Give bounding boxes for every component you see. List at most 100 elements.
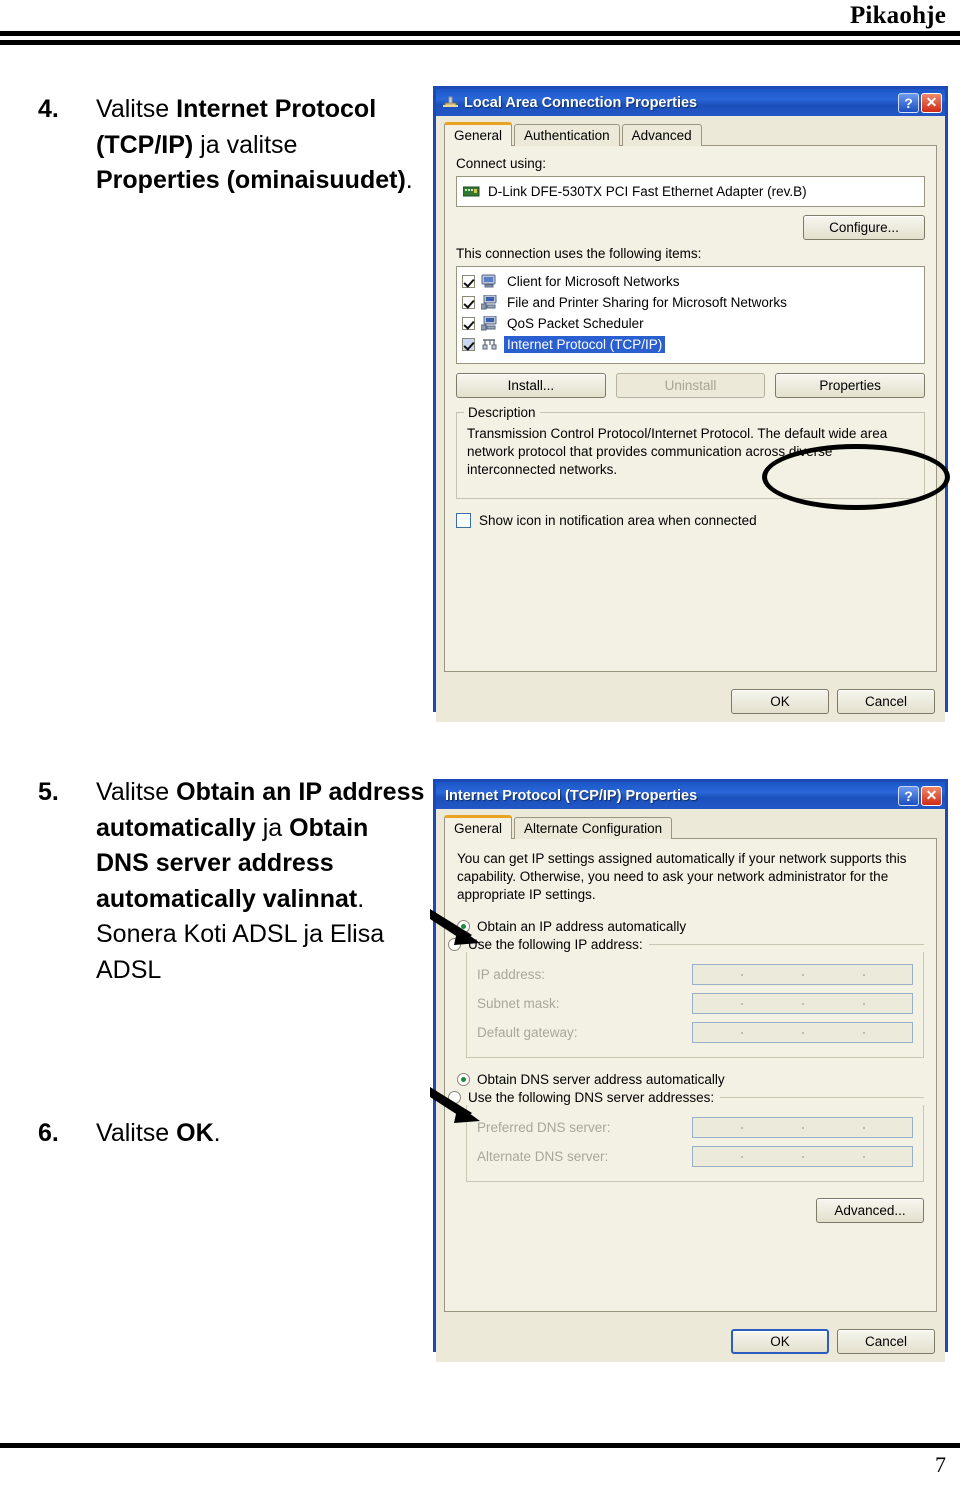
protocol-icon	[481, 337, 498, 352]
configure-button[interactable]: Configure...	[803, 215, 925, 240]
dialog-title: Local Area Connection Properties	[464, 94, 698, 111]
ip-manual-radio-label: Use the following IP address:	[468, 937, 643, 953]
tab-authentication[interactable]: Authentication	[514, 124, 620, 146]
step6-part-1: OK	[176, 1119, 214, 1147]
subnet-mask-input	[692, 993, 913, 1015]
group-divider	[720, 1097, 924, 1099]
dialog-titlebar[interactable]: Internet Protocol (TCP/IP) Properties ? …	[436, 782, 945, 809]
tabstrip: General Authentication Advanced	[444, 122, 937, 146]
list-item-label: QoS Packet Scheduler	[507, 316, 644, 331]
list-item[interactable]: Client for Microsoft Networks	[460, 271, 921, 292]
ip-manual-radio[interactable]: Use the following IP address:	[448, 937, 924, 952]
radio-icon[interactable]	[457, 1072, 470, 1086]
ok-button[interactable]: OK	[731, 1329, 829, 1354]
configure-row: Configure...	[456, 215, 925, 240]
advanced-button[interactable]: Advanced...	[816, 1198, 924, 1224]
tab-general[interactable]: General	[444, 815, 513, 839]
uninstall-button: Uninstall	[615, 373, 766, 398]
tab-alternate-configuration[interactable]: Alternate Configuration	[514, 817, 673, 839]
caption-buttons: ? ✕	[898, 92, 942, 113]
preferred-dns-input	[692, 1117, 913, 1139]
properties-button[interactable]: Properties	[775, 373, 926, 398]
header-rule-top	[0, 31, 960, 36]
ip-address-label: IP address:	[477, 967, 546, 983]
adapter-field: D-Link DFE-530TX PCI Fast Ethernet Adapt…	[456, 176, 925, 207]
default-gateway-row: Default gateway:	[477, 1018, 913, 1047]
radio-icon[interactable]	[448, 938, 461, 952]
default-gateway-input	[692, 1022, 913, 1044]
dns-manual-radio-label: Use the following DNS server addresses:	[468, 1090, 715, 1106]
close-icon[interactable]: ✕	[921, 785, 942, 806]
ip-auto-radio-label: Obtain an IP address automatically	[477, 918, 687, 934]
connect-using-label: Connect using:	[456, 156, 547, 171]
dialog-footer: OK Cancel	[436, 680, 945, 722]
radio-icon[interactable]	[457, 919, 470, 933]
checkbox-icon[interactable]	[462, 275, 475, 288]
instruction-step-5: 5. Valitse Obtain an IP address automati…	[38, 775, 428, 988]
step6-part-0: Valitse	[96, 1119, 177, 1147]
dns-manual-radio[interactable]: Use the following DNS server addresses:	[448, 1090, 924, 1105]
cancel-button[interactable]: Cancel	[837, 689, 935, 714]
step4-part-3: Properties (ominaisuudet)	[96, 166, 406, 194]
ip-address-row: IP address:	[477, 960, 913, 989]
step-number: 5.	[38, 778, 59, 806]
list-item[interactable]: QoS Packet Scheduler	[460, 313, 921, 334]
list-item-label: File and Printer Sharing for Microsoft N…	[507, 295, 787, 310]
computer-icon	[480, 294, 498, 310]
caption-buttons: ? ✕	[898, 785, 942, 806]
group-divider	[648, 944, 924, 946]
local-area-connection-properties-dialog: Local Area Connection Properties ? ✕ Gen…	[433, 86, 950, 722]
advanced-row: Advanced...	[457, 1198, 924, 1224]
list-item-label: Client for Microsoft Networks	[507, 274, 680, 289]
subnet-mask-label: Subnet mask:	[477, 996, 560, 1012]
page-number: 7	[935, 1452, 946, 1477]
ip-fields-group: IP address: Subnet mask: Default gateway…	[466, 952, 924, 1059]
help-icon[interactable]: ?	[898, 785, 919, 806]
dialog-title: Internet Protocol (TCP/IP) Properties	[445, 787, 698, 804]
checkbox-icon[interactable]	[462, 296, 475, 309]
step6-part-2: .	[213, 1119, 221, 1147]
dialog-body: General Authentication Advanced Connect …	[436, 116, 945, 680]
step4-part-2: ja valitse	[193, 130, 298, 159]
install-button[interactable]: Install...	[456, 373, 606, 398]
header-rule-bottom	[0, 40, 960, 45]
step4-part-4: .	[405, 166, 413, 194]
tab-advanced[interactable]: Advanced	[621, 124, 702, 146]
ip-auto-radio[interactable]: Obtain an IP address automatically	[457, 915, 924, 937]
checkbox-icon[interactable]	[462, 338, 475, 351]
ok-button[interactable]: OK	[731, 689, 829, 714]
description-text: Transmission Control Protocol/Internet P…	[467, 426, 888, 477]
cancel-button[interactable]: Cancel	[837, 1329, 935, 1354]
show-icon-label: Show icon in notification area when conn…	[479, 513, 757, 528]
step-number: 4.	[38, 95, 59, 123]
install-buttons-row: Install... Uninstall Properties	[456, 373, 926, 398]
close-icon[interactable]: ✕	[921, 92, 942, 113]
tab-general[interactable]: General	[444, 122, 513, 146]
help-icon[interactable]: ?	[898, 92, 919, 113]
step5-note: Sonera Koti ADSL ja Elisa ADSL	[96, 920, 385, 984]
alternate-dns-row: Alternate DNS server:	[477, 1142, 913, 1171]
show-icon-checkbox[interactable]	[456, 513, 471, 528]
list-item[interactable]: Internet Protocol (TCP/IP)	[460, 334, 921, 355]
network-adapter-icon	[462, 185, 480, 199]
tabstrip: General Alternate Configuration	[444, 815, 937, 839]
footer-rule	[0, 1443, 960, 1448]
ip-address-input	[692, 964, 913, 986]
computer-icon	[481, 274, 498, 289]
radio-icon[interactable]	[448, 1091, 461, 1105]
show-icon-row[interactable]: Show icon in notification area when conn…	[456, 513, 925, 528]
alternate-dns-label: Alternate DNS server:	[477, 1149, 609, 1165]
preferred-dns-row: Preferred DNS server:	[477, 1113, 913, 1142]
general-tab-panel: Connect using: D-Link DFE-530TX PCI Fast…	[444, 145, 937, 672]
dialog-titlebar[interactable]: Local Area Connection Properties ? ✕	[436, 89, 945, 116]
dns-manual-section: Use the following DNS server addresses: …	[448, 1090, 924, 1183]
step-text: Valitse OK.	[96, 1116, 221, 1152]
components-listbox[interactable]: Client for Microsoft Networks File and P…	[456, 266, 925, 364]
step5-part-2: ja	[255, 813, 290, 842]
dialog-footer: OK Cancel	[436, 1320, 945, 1362]
checkbox-icon[interactable]	[462, 317, 475, 330]
dns-auto-radio[interactable]: Obtain DNS server address automatically	[457, 1068, 924, 1090]
step-text: Valitse Obtain an IP address automatical…	[96, 775, 428, 988]
step5-part-0: Valitse	[96, 778, 177, 806]
list-item[interactable]: File and Printer Sharing for Microsoft N…	[460, 292, 921, 313]
